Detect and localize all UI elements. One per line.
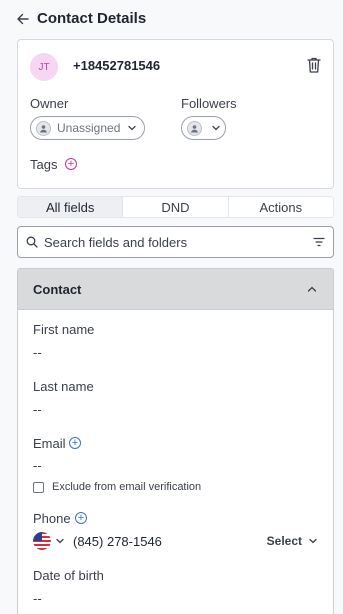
tab-all-fields[interactable]: All fields: [18, 197, 124, 217]
email-value[interactable]: --: [33, 458, 42, 473]
add-email-icon[interactable]: +: [69, 437, 81, 449]
first-name-label: First name: [33, 322, 95, 337]
exclude-email-label: Exclude from email verification: [52, 481, 202, 493]
tab-actions[interactable]: Actions: [229, 197, 333, 217]
owner-label: Owner: [30, 96, 69, 111]
first-name-value[interactable]: --: [33, 345, 42, 360]
filter-icon[interactable]: [313, 236, 325, 248]
owner-select[interactable]: Unassigned: [30, 116, 145, 140]
search-box: [17, 226, 334, 258]
user-icon: [36, 120, 51, 136]
trash-icon[interactable]: [306, 56, 322, 74]
page-title: Contact Details: [37, 10, 147, 27]
search-input[interactable]: [44, 234, 307, 250]
add-phone-icon[interactable]: +: [75, 512, 87, 524]
us-flag-icon[interactable]: [33, 532, 51, 550]
page-header: Contact Details: [17, 10, 146, 27]
chevron-down-icon: [309, 538, 317, 544]
back-arrow-icon[interactable]: [17, 13, 29, 25]
phone-row: (845) 278-1546 Select: [33, 532, 318, 550]
chevron-down-icon: [128, 125, 136, 131]
phone-label: Phone: [33, 511, 71, 526]
email-label: Email: [33, 436, 66, 451]
followers-select[interactable]: [181, 116, 226, 140]
avatar: JT: [30, 53, 58, 81]
phone-type-select[interactable]: Select: [267, 534, 318, 548]
chevron-up-icon[interactable]: [306, 283, 318, 295]
chevron-down-icon: [212, 125, 220, 131]
phone-type-label: Select: [266, 534, 302, 548]
section-title: Contact: [33, 281, 82, 297]
exclude-email-checkbox[interactable]: [33, 481, 44, 493]
followers-label: Followers: [181, 96, 237, 111]
dob-value[interactable]: --: [33, 591, 42, 606]
dob-label: Date of birth: [33, 568, 104, 583]
last-name-value[interactable]: --: [33, 402, 42, 417]
add-tag-icon[interactable]: +: [65, 158, 77, 170]
search-icon: [26, 236, 38, 248]
owner-value: Unassigned: [57, 121, 121, 135]
phone-value[interactable]: (845) 278-1546: [73, 534, 162, 549]
contact-phone-title: +18452781546: [73, 58, 161, 73]
chevron-down-icon[interactable]: [55, 536, 65, 546]
tab-bar: All fields DND Actions: [17, 196, 334, 218]
tab-dnd[interactable]: DND: [123, 197, 229, 217]
exclude-email-row: Exclude from email verification: [33, 481, 201, 493]
contact-section: Contact First name -- Last name -- Email…: [17, 268, 334, 614]
tags-label: Tags: [30, 157, 58, 172]
section-header[interactable]: Contact: [18, 269, 333, 310]
contact-card: JT +18452781546 Owner Unassigned Followe…: [17, 39, 334, 189]
user-icon: [187, 120, 202, 136]
last-name-label: Last name: [33, 379, 94, 394]
